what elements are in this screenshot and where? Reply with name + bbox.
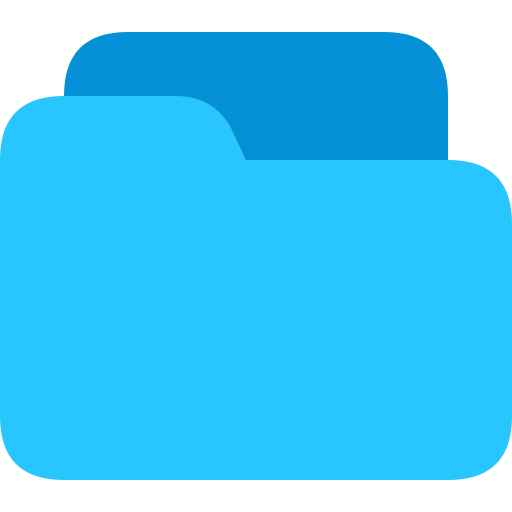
folder-icon xyxy=(0,32,512,480)
folder-icon-canvas xyxy=(0,0,512,512)
